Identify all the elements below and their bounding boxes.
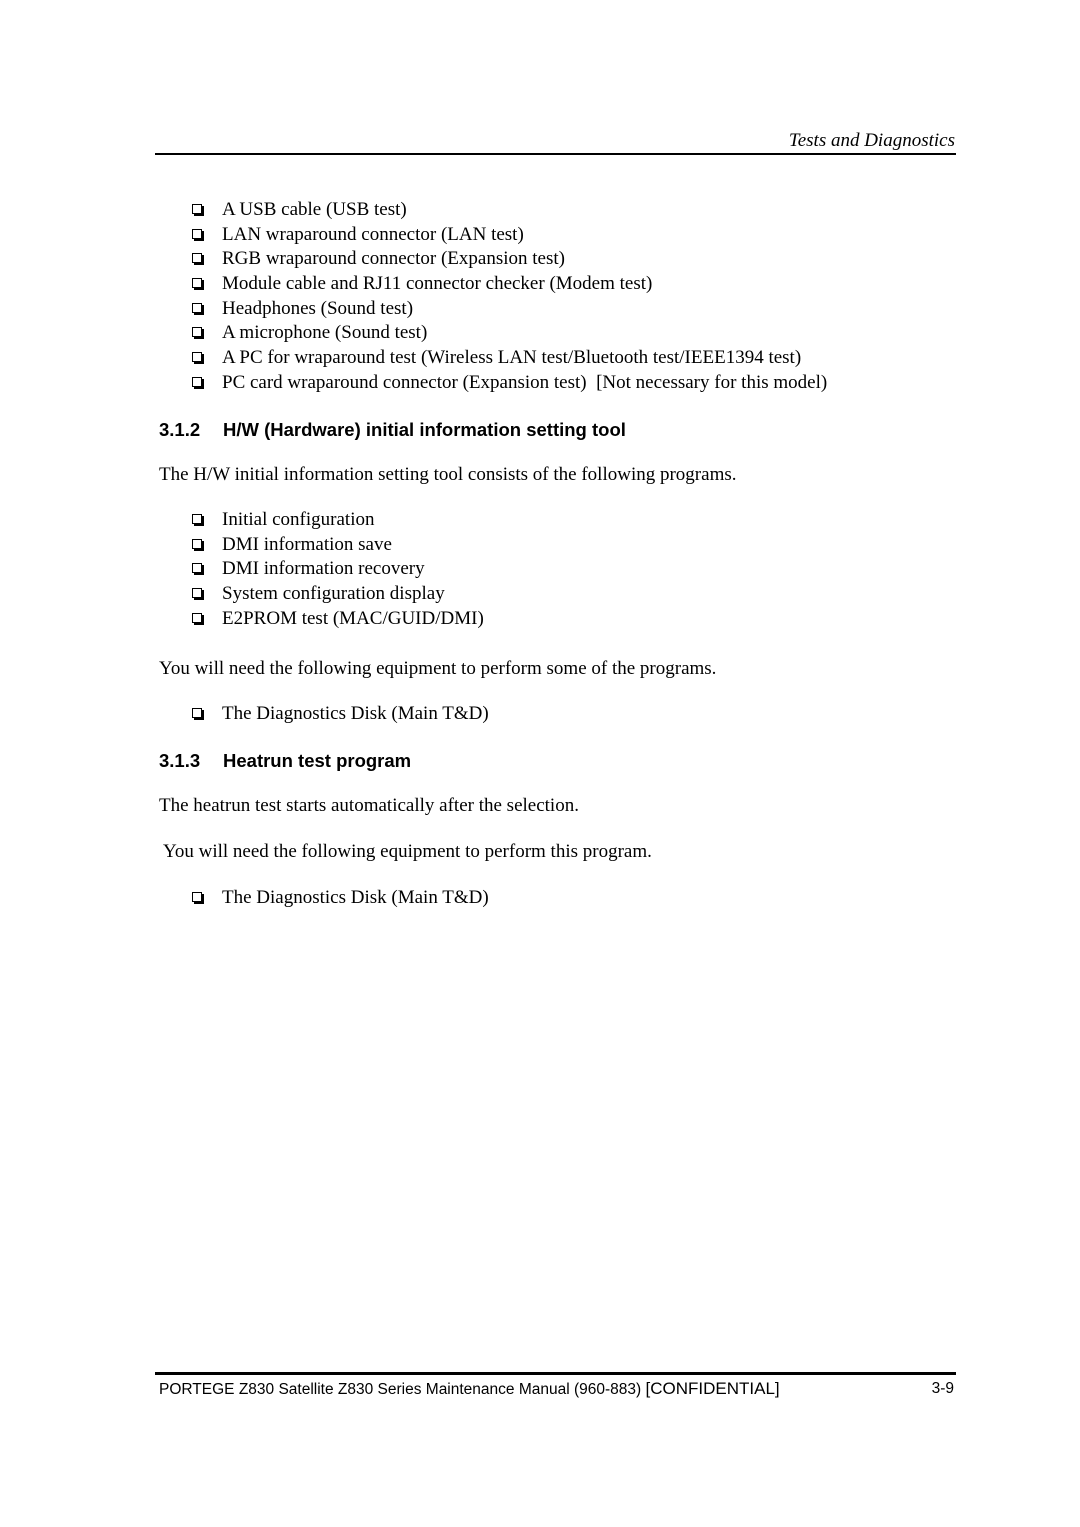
confidential-label: [CONFIDENTIAL] [645,1379,780,1398]
checkbox-square-icon [192,204,202,214]
header-rule [155,153,956,155]
checkbox-square-icon [192,708,202,718]
checkbox-square-icon [192,278,202,289]
section-number: 3.1.2 [159,419,201,440]
section-number: 3.1.3 [159,750,201,771]
checkbox-square-icon [192,253,202,264]
running-header-title: Tests and Diagnostics [788,130,955,151]
checkbox-square-icon [192,892,202,902]
checkbox-square-icon [192,327,202,338]
equipment-intro-paragraph: You will need the following equipment to… [159,841,652,862]
footer-manual-title: PORTEGE Z830 Satellite Z830 Series Maint… [159,1379,780,1400]
footer-rule [155,1372,956,1375]
equipment-intro-paragraph: You will need the following equipment to… [159,658,717,679]
page-number: 3-9 [931,1380,954,1397]
section-title: Heatrun test program [223,750,412,771]
checkbox-square-icon [192,302,202,313]
checkbox-square-icon [192,352,202,363]
checkbox-square-icon [192,563,202,574]
checkbox-square-icon [192,514,202,524]
section-heading-3-1-2: 3.1.2 H/W (Hardware) initial information … [159,419,626,441]
checkbox-square-icon [192,228,202,239]
checkbox-square-icon [192,538,202,549]
section-title: H/W (Hardware) initial information setti… [223,419,626,440]
section-intro-paragraph: The H/W initial information setting tool… [159,464,737,485]
manual-title: PORTEGE Z830 Satellite Z830 Series Maint… [159,1381,646,1398]
section-intro-paragraph: The heatrun test starts automatically af… [159,795,579,816]
section-heading-3-1-3: 3.1.3 Heatrun test program [159,750,411,772]
checkbox-square-icon [192,612,202,623]
checkbox-square-icon [192,376,202,387]
checkbox-square-icon [192,588,202,599]
